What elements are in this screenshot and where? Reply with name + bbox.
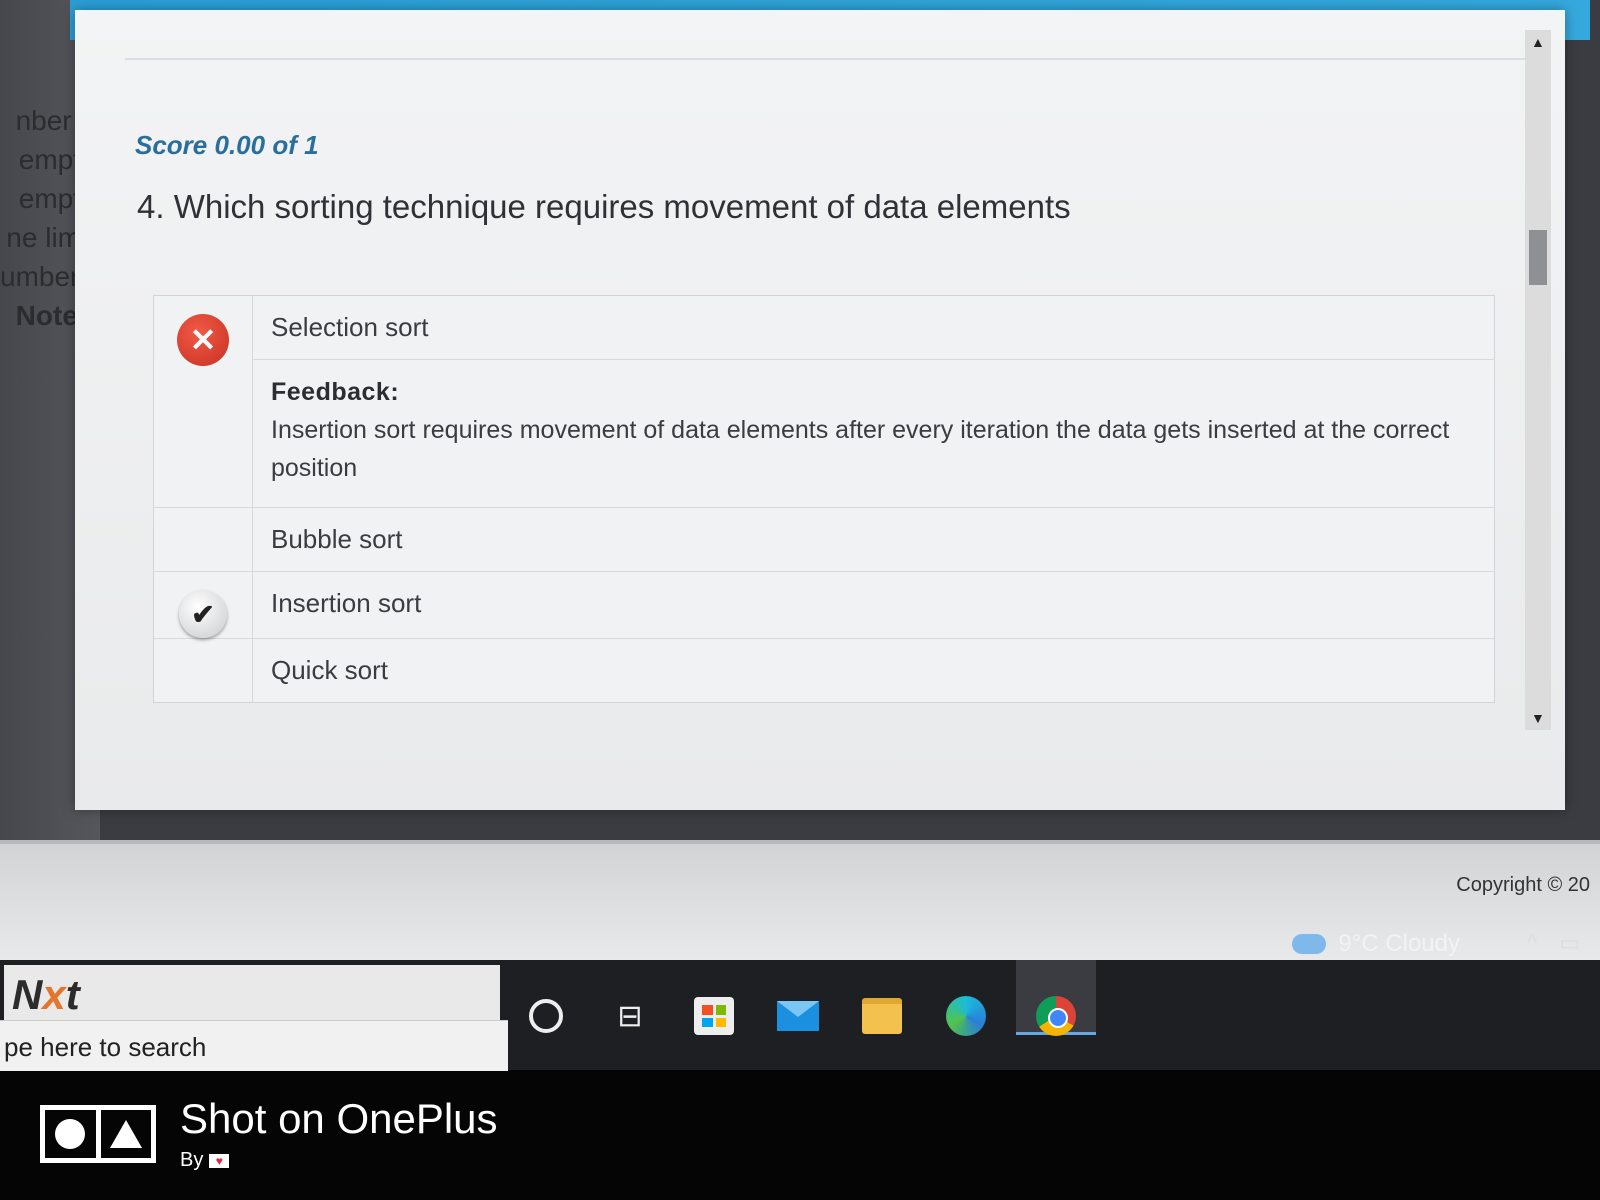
copyright-text: Copyright © 20 <box>1456 874 1590 896</box>
question-text: 4. Which sorting technique requires move… <box>137 188 1071 225</box>
cortana-icon[interactable] <box>520 990 572 1042</box>
taskbar: Nxt ⊟ 9°C Cloudy ^ ▭ <box>0 930 1600 1073</box>
heart-icon: ♥ <box>209 1153 230 1168</box>
answer-label: Quick sort <box>271 655 389 685</box>
answer-list: ✕ Selection sort Feedback: Insertion sor… <box>153 295 1495 703</box>
chrome-icon[interactable] <box>1030 990 1082 1042</box>
incorrect-icon: ✕ <box>177 314 229 366</box>
answer-row-bubble-sort[interactable]: Bubble sort <box>154 508 1494 572</box>
score-label: Score 0.00 of 1 <box>135 130 319 160</box>
answer-label: Selection sort <box>271 312 429 342</box>
answer-row-quick-sort[interactable]: Quick sort <box>154 639 1494 702</box>
weather-text: 9°C Cloudy <box>1338 930 1460 957</box>
feedback-text: Insertion sort requires movement of data… <box>271 416 1450 482</box>
feedback-title: Feedback: <box>271 378 400 406</box>
answer-label: Bubble sort <box>271 524 403 554</box>
file-explorer-icon[interactable] <box>856 990 908 1042</box>
taskbar-search[interactable] <box>0 1020 514 1073</box>
vertical-scrollbar[interactable]: ▲ ▼ <box>1525 30 1551 730</box>
camera-logo-icon <box>40 1104 156 1163</box>
cloud-icon <box>1292 934 1327 954</box>
chevron-up-icon[interactable]: ^ <box>1527 930 1537 956</box>
brand-letter: x <box>42 971 66 1018</box>
camera-watermark: Shot on OnePlus By ♥ <box>40 1095 498 1172</box>
brand-letter: N <box>12 971 43 1018</box>
answer-row-insertion-sort[interactable]: ✔ Insertion sort <box>154 572 1494 639</box>
divider <box>125 58 1525 60</box>
watermark-title: Shot on OnePlus <box>180 1095 498 1142</box>
answer-mark: ✔ <box>154 572 253 638</box>
edge-icon[interactable] <box>940 990 992 1042</box>
network-icon[interactable]: ▭ <box>1559 930 1580 956</box>
search-input[interactable] <box>0 1021 514 1073</box>
task-view-icon[interactable]: ⊟ <box>604 990 656 1042</box>
mail-icon[interactable] <box>772 990 824 1042</box>
brand-letter: t <box>65 971 80 1018</box>
weather-widget[interactable]: 9°C Cloudy <box>1292 930 1460 958</box>
answer-mark <box>154 508 253 571</box>
scroll-thumb[interactable] <box>1529 230 1547 285</box>
store-icon[interactable] <box>688 990 740 1042</box>
check-icon: ✔ <box>179 590 227 638</box>
answer-mark: ✕ <box>154 296 253 507</box>
answer-row-selection-sort[interactable]: ✕ Selection sort Feedback: Insertion sor… <box>154 296 1494 508</box>
system-tray[interactable]: ^ ▭ <box>1527 930 1580 956</box>
scroll-up-icon[interactable]: ▲ <box>1531 34 1545 50</box>
watermark-by: By <box>180 1149 204 1171</box>
scroll-down-icon[interactable]: ▼ <box>1531 710 1545 726</box>
answer-mark <box>154 639 253 702</box>
question-card: Score 0.00 of 1 4. Which sorting techniq… <box>75 10 1565 810</box>
answer-label: Insertion sort <box>271 588 422 618</box>
brand-logo: Nxt <box>4 965 500 1025</box>
feedback-box: Feedback: Insertion sort requires moveme… <box>253 359 1494 507</box>
